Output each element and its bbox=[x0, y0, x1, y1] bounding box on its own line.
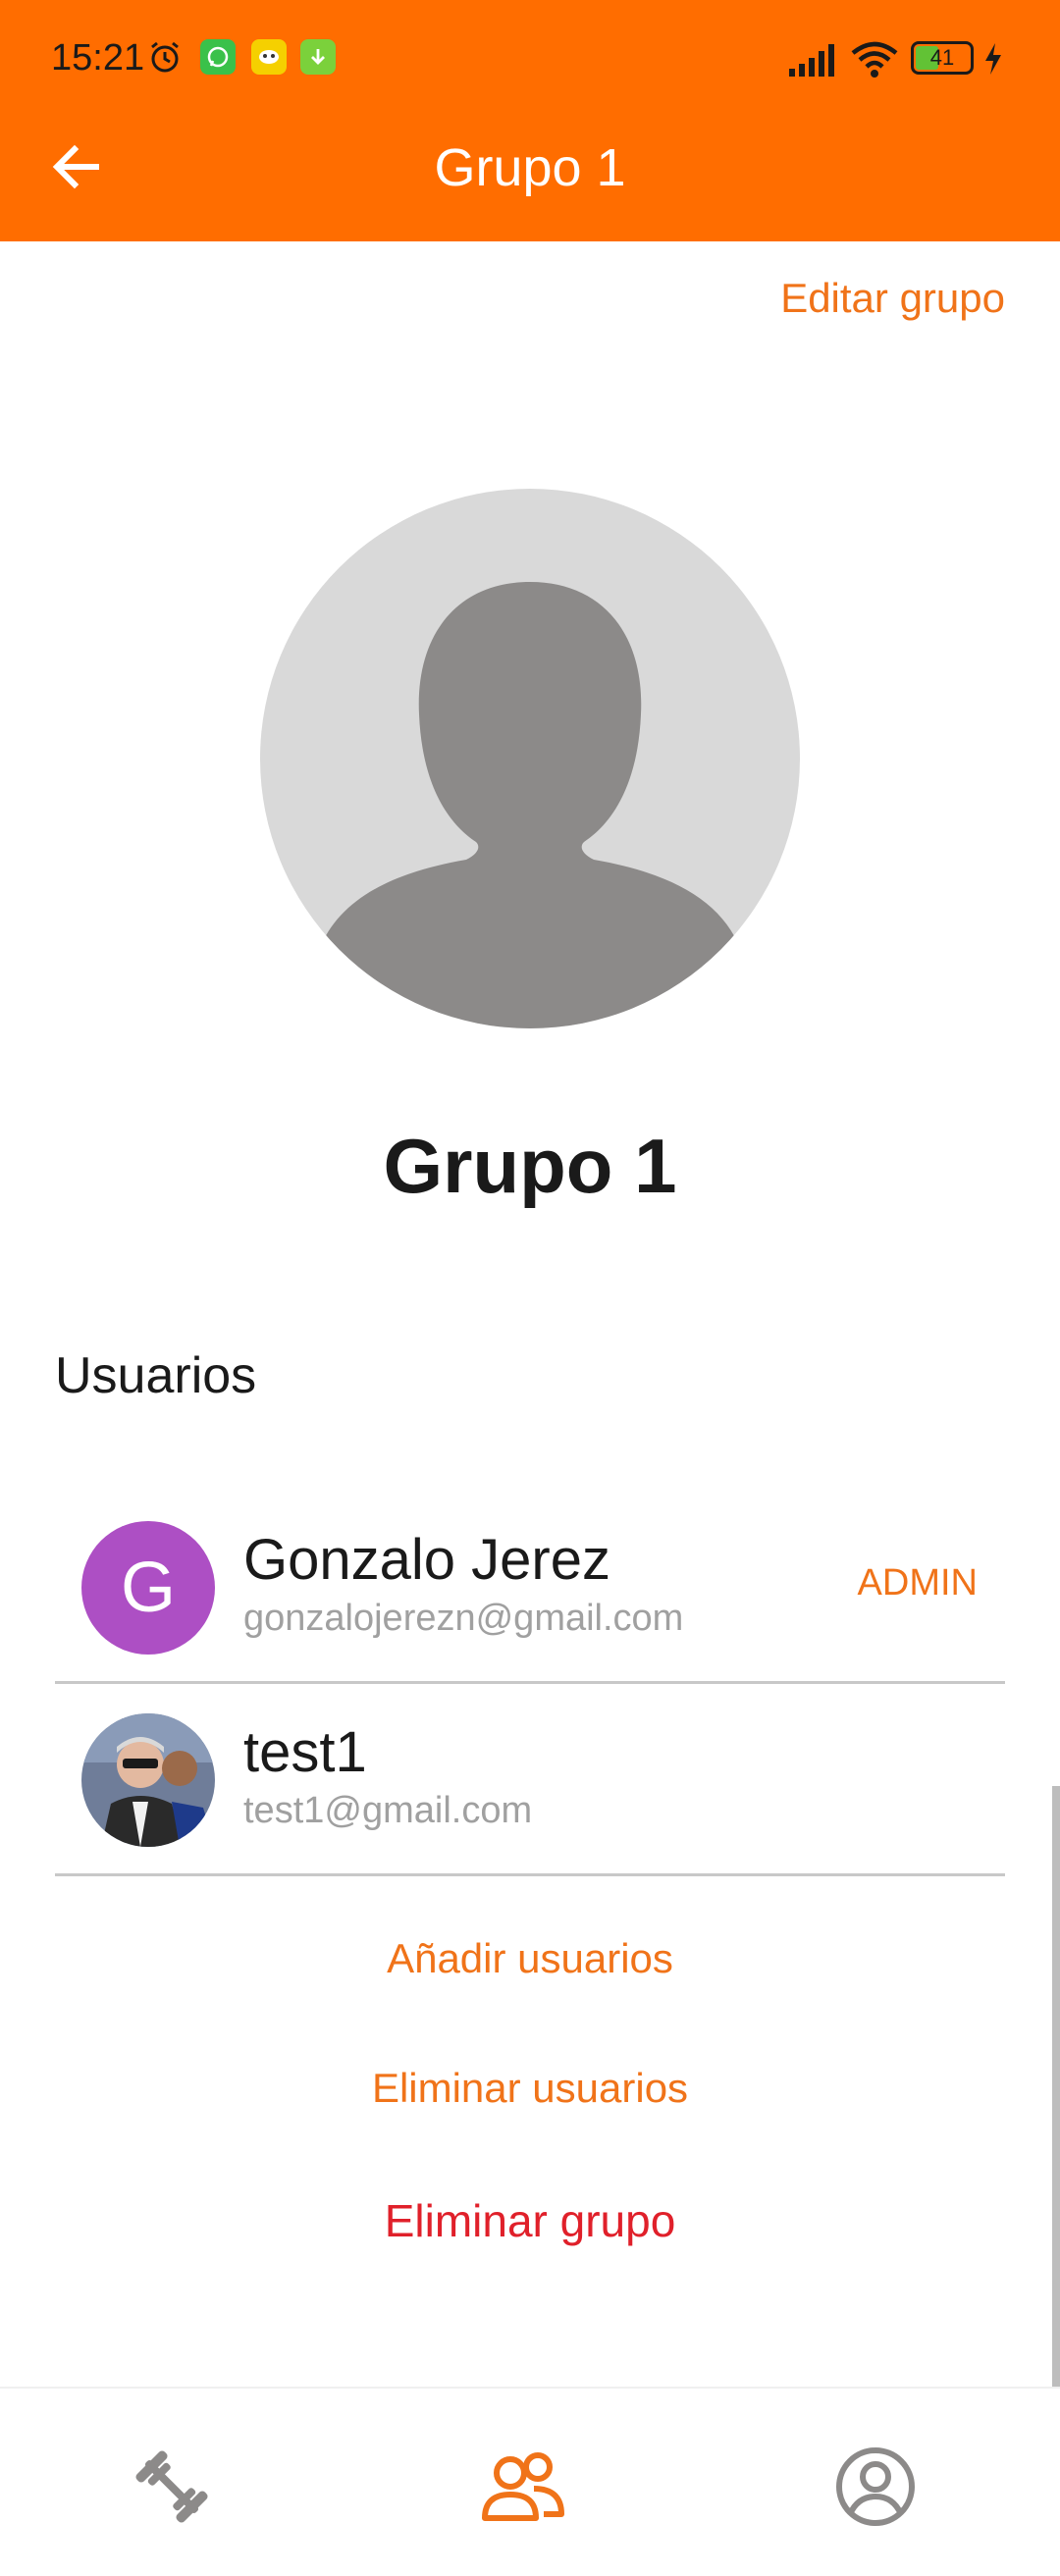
delete-group-button[interactable]: Eliminar grupo bbox=[0, 2194, 1060, 2247]
signal-icon bbox=[789, 44, 834, 77]
user-row[interactable]: G Gonzalo Jerez gonzalojerezn@gmail.com … bbox=[55, 1492, 1005, 1684]
whatsapp-icon bbox=[200, 39, 236, 75]
group-detail-screen: 15:21 41 Grupo 1 Editar grupo Grupo 1 Us… bbox=[0, 0, 1060, 2576]
group-avatar bbox=[260, 489, 800, 1028]
user-name: Gonzalo Jerez bbox=[243, 1528, 610, 1592]
avatar: G bbox=[81, 1521, 215, 1655]
status-time: 15:21 bbox=[51, 37, 145, 79]
admin-badge: ADMIN bbox=[857, 1562, 978, 1603]
page-title: Grupo 1 bbox=[434, 138, 626, 197]
battery-level: 41 bbox=[929, 45, 955, 70]
users-section-title: Usuarios bbox=[55, 1347, 257, 1404]
user-name: test1 bbox=[243, 1720, 367, 1784]
group-name: Grupo 1 bbox=[383, 1123, 677, 1209]
download-icon bbox=[300, 39, 336, 75]
edit-group-link[interactable]: Editar grupo bbox=[780, 275, 1005, 322]
bottom-navigation bbox=[0, 2387, 1060, 2576]
nav-workouts[interactable] bbox=[123, 2438, 221, 2536]
user-row[interactable]: test1 test1@gmail.com bbox=[55, 1684, 1005, 1876]
nav-profile[interactable] bbox=[826, 2438, 925, 2536]
profile-icon bbox=[836, 2447, 915, 2526]
divider bbox=[55, 1873, 1005, 1876]
user-email: gonzalojerezn@gmail.com bbox=[243, 1598, 684, 1639]
nav-groups[interactable] bbox=[473, 2438, 571, 2536]
alarm-icon bbox=[151, 41, 179, 73]
charging-icon bbox=[985, 43, 1001, 75]
wifi-icon bbox=[851, 41, 898, 78]
scrollbar[interactable] bbox=[1052, 1786, 1060, 2387]
user-email: test1@gmail.com bbox=[243, 1790, 533, 1831]
top-bar: 15:21 41 Grupo 1 bbox=[0, 0, 1060, 241]
group-icon bbox=[482, 2452, 564, 2521]
notification-icon bbox=[251, 39, 287, 75]
avatar bbox=[81, 1713, 215, 1847]
remove-users-button[interactable]: Eliminar usuarios bbox=[0, 2065, 1060, 2112]
battery-icon: 41 bbox=[911, 41, 974, 75]
workout-icon bbox=[135, 2450, 208, 2523]
add-users-button[interactable]: Añadir usuarios bbox=[0, 1935, 1060, 1982]
